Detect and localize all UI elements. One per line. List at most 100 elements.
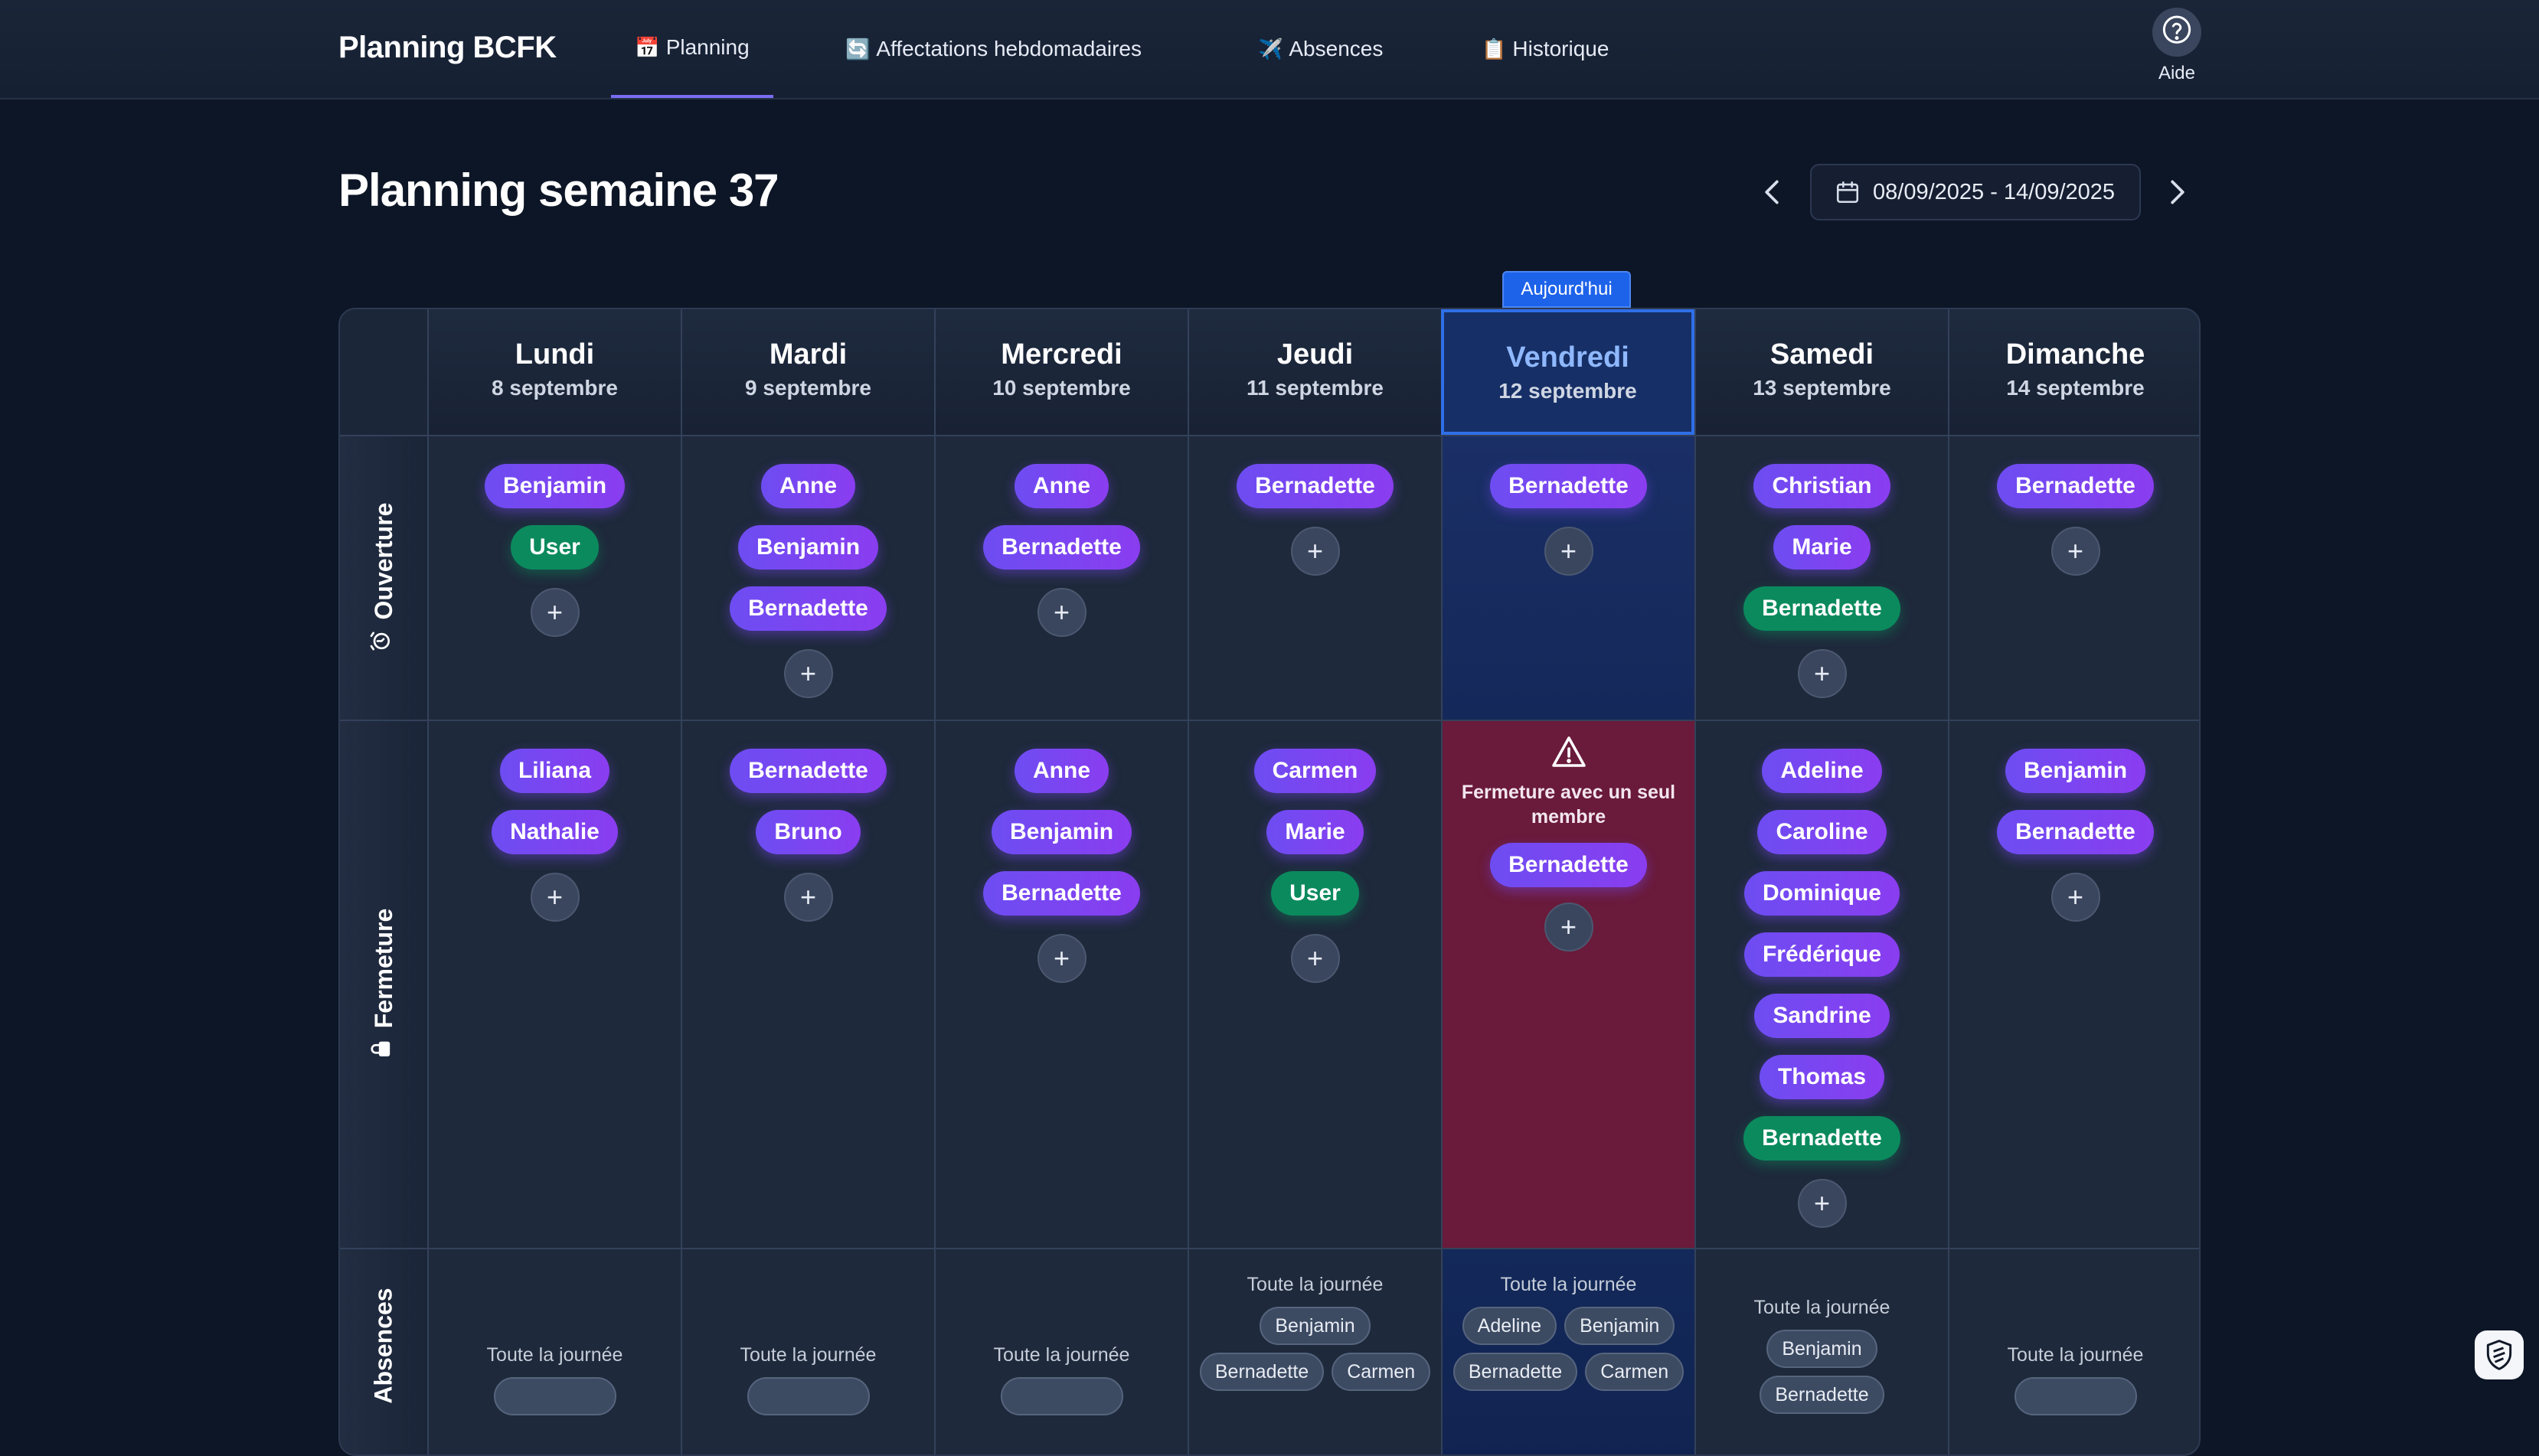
absent-member-chip[interactable]: Bernadette <box>1452 1353 1578 1391</box>
page-title: Planning semaine 37 <box>338 165 779 216</box>
member-pill[interactable]: Anne <box>761 464 855 508</box>
member-pill[interactable]: Bernadette <box>983 525 1140 570</box>
add-member-button[interactable]: + <box>2050 873 2100 922</box>
absences-cell: Toute la journée Benjamin Bernadette <box>1694 1248 1948 1454</box>
absences-cell: Toute la journée <box>1948 1248 2199 1454</box>
member-pill[interactable]: Bernadette <box>1997 810 2154 854</box>
date-range-text: 08/09/2025 - 14/09/2025 <box>1873 179 2116 204</box>
absences-cell: Toute la journée <box>681 1248 934 1454</box>
day-name: Lundi <box>515 338 595 371</box>
tab-absences[interactable]: ✈️ Absences <box>1258 0 1383 98</box>
member-pill[interactable]: Marie <box>1266 810 1364 854</box>
absent-member-chip[interactable]: Benjamin <box>1564 1307 1675 1345</box>
add-member-button[interactable]: + <box>530 588 580 637</box>
add-member-button[interactable]: + <box>1290 527 1340 576</box>
add-member-button[interactable]: + <box>1544 903 1593 952</box>
member-pill[interactable]: Bernadette <box>1237 464 1394 508</box>
day-date: 14 septembre <box>2006 376 2145 400</box>
absent-member-chip[interactable]: Carmen <box>1585 1353 1684 1391</box>
member-pill[interactable]: Dominique <box>1744 871 1900 916</box>
tab-label: Planning <box>665 35 750 59</box>
fermeture-cell: Carmen Marie User + <box>1188 720 1441 1248</box>
add-member-button[interactable]: + <box>1544 527 1593 576</box>
member-pill[interactable]: Bernadette <box>1490 843 1647 887</box>
member-pill[interactable]: Marie <box>1773 525 1871 570</box>
add-member-button[interactable]: + <box>1290 934 1340 983</box>
ouverture-cell: Anne Bernadette + <box>934 435 1188 720</box>
absence-period-label: Toute la journée <box>1753 1297 1890 1318</box>
absence-list: Benjamin Bernadette Carmen <box>1197 1307 1434 1391</box>
member-pill[interactable]: Bernadette <box>1490 464 1647 508</box>
absent-member-chip[interactable]: Benjamin <box>1766 1330 1877 1368</box>
tab-planning[interactable]: 📅 Planning <box>611 0 773 98</box>
add-member-button[interactable]: + <box>530 873 580 922</box>
member-pill[interactable]: Bruno <box>756 810 861 854</box>
day-name: Vendredi <box>1506 341 1629 374</box>
top-nav: Planning BCFK 📅 Planning 🔄 Affectations … <box>0 0 2539 100</box>
absent-member-chip[interactable]: Benjamin <box>1260 1307 1371 1345</box>
calendar-icon <box>1836 181 1859 204</box>
ouverture-cell: Bernadette + <box>1188 435 1441 720</box>
member-pill[interactable]: Bernadette <box>730 749 887 793</box>
member-pill[interactable]: Benjamin <box>737 525 879 570</box>
add-member-button[interactable]: + <box>2050 527 2100 576</box>
help-button[interactable]: Aide <box>2150 8 2204 84</box>
row-label-ouverture: Ouverture <box>340 435 427 720</box>
tab-label: Historique <box>1512 37 1609 60</box>
add-member-button[interactable]: + <box>1037 934 1087 983</box>
next-week-button[interactable] <box>2162 173 2193 211</box>
chevron-left-icon <box>1765 180 1779 204</box>
member-pill[interactable]: Anne <box>1015 464 1109 508</box>
member-pill[interactable]: Nathalie <box>492 810 618 854</box>
absent-member-chip[interactable]: Adeline <box>1462 1307 1557 1345</box>
member-pill[interactable]: Christian <box>1753 464 1890 508</box>
member-pill[interactable]: Bernadette <box>1997 464 2154 508</box>
member-pill[interactable]: Benjamin <box>991 810 1132 854</box>
tab-affectations[interactable]: 🔄 Affectations hebdomadaires <box>845 0 1142 98</box>
previous-week-button[interactable] <box>1756 173 1787 211</box>
absence-list: Benjamin Bernadette <box>1704 1330 1941 1414</box>
absence-list <box>690 1377 927 1415</box>
week-date-picker[interactable]: 08/09/2025 - 14/09/2025 <box>1810 164 2141 220</box>
add-member-button[interactable]: + <box>783 649 833 698</box>
day-date: 13 septembre <box>1753 376 1891 400</box>
add-member-button[interactable]: + <box>1037 588 1087 637</box>
ouverture-cell: Bernadette + <box>1948 435 2199 720</box>
add-member-button[interactable]: + <box>1797 649 1847 698</box>
tab-label: Absences <box>1289 37 1384 60</box>
day-header: Samedi 13 septembre <box>1694 309 1948 435</box>
member-pill[interactable]: Benjamin <box>2005 749 2146 793</box>
member-pill[interactable]: Frédérique <box>1743 932 1900 977</box>
member-pill[interactable]: Sandrine <box>1754 994 1890 1038</box>
member-pill[interactable]: Carmen <box>1253 749 1377 793</box>
add-member-button[interactable]: + <box>783 873 833 922</box>
member-pill[interactable]: Bernadette <box>730 586 887 631</box>
floating-app-logo[interactable] <box>2475 1330 2524 1379</box>
planning-grid: Ouverture Fermeture Absences Lundi 8 sept… <box>338 308 2201 1456</box>
app-brand[interactable]: Planning BCFK <box>338 31 557 65</box>
calendar-icon: 📅 <box>635 35 660 59</box>
member-pill[interactable]: Thomas <box>1759 1055 1885 1099</box>
member-pill[interactable]: Benjamin <box>484 464 626 508</box>
absent-member-chip[interactable]: Bernadette <box>1199 1353 1325 1391</box>
member-pill[interactable]: Bernadette <box>983 871 1140 916</box>
absence-period-label: Toute la journée <box>993 1344 1130 1366</box>
member-pill[interactable]: Liliana <box>499 749 610 793</box>
absences-cell: Toute la journée <box>934 1248 1188 1454</box>
member-pill[interactable]: Bernadette <box>1743 1116 1900 1161</box>
ouverture-cell: Bernadette + <box>1441 435 1694 720</box>
member-pill[interactable]: User <box>511 525 599 570</box>
absent-member-chip[interactable]: Carmen <box>1332 1353 1431 1391</box>
absence-list <box>436 1377 674 1415</box>
day-header: Vendredi 12 septembre <box>1441 309 1694 435</box>
tab-label: Affectations hebdomadaires <box>876 37 1142 60</box>
tab-historique[interactable]: 📋 Historique <box>1482 0 1609 98</box>
member-pill[interactable]: Anne <box>1015 749 1109 793</box>
member-pill[interactable]: Bernadette <box>1743 586 1900 631</box>
member-pill[interactable]: User <box>1271 871 1359 916</box>
member-pill[interactable]: Caroline <box>1757 810 1887 854</box>
fermeture-cell: Anne Benjamin Bernadette + <box>934 720 1188 1248</box>
absent-member-chip[interactable]: Bernadette <box>1760 1376 1884 1414</box>
add-member-button[interactable]: + <box>1797 1179 1847 1228</box>
member-pill[interactable]: Adeline <box>1762 749 1882 793</box>
